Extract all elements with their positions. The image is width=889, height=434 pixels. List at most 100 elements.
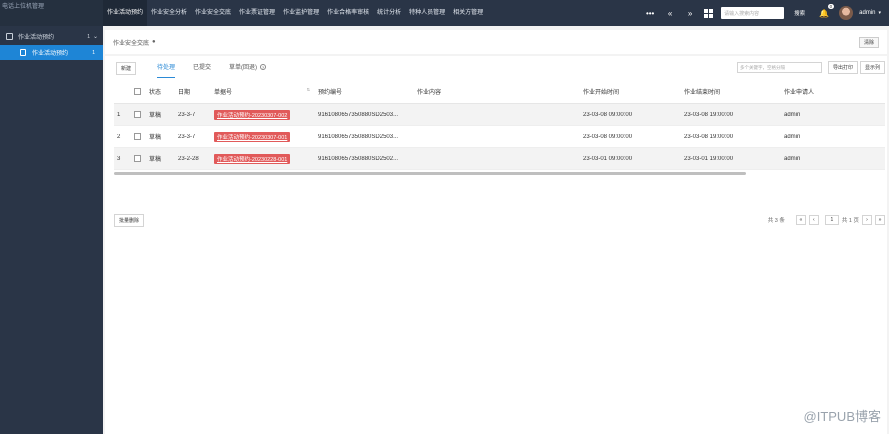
apps-grid-icon[interactable] bbox=[704, 8, 714, 18]
tab-draft-label: 草单(回退) bbox=[229, 65, 258, 71]
new-button[interactable]: 新建 bbox=[116, 61, 137, 75]
header-booking-code[interactable]: 预约编号 bbox=[318, 87, 417, 96]
row-code: 9161080657350880SD2503... bbox=[318, 111, 399, 118]
page-input[interactable]: 1 bbox=[824, 215, 839, 225]
page-count: 共 1 页 bbox=[841, 218, 859, 224]
sidebar-item-activity-booking[interactable]: 作业活动预约 1 bbox=[0, 45, 103, 60]
document-icon bbox=[6, 33, 13, 40]
row-date: 23-3-7 bbox=[178, 133, 196, 140]
row-checkbox[interactable] bbox=[134, 155, 141, 162]
sidebar-group-label: 作业活动预约 bbox=[18, 35, 55, 41]
row-doc: 作业活动预约-20230307-002 bbox=[214, 109, 318, 120]
sidebar-item-label: 作业活动预约 bbox=[32, 51, 69, 57]
nav-item-safety-analysis[interactable]: 作业安全分析 bbox=[147, 0, 191, 26]
info-icon[interactable]: ● bbox=[152, 39, 156, 45]
row-index: 1 bbox=[117, 111, 121, 118]
nav-item-supervision[interactable]: 作业监护管理 bbox=[279, 0, 323, 26]
toolbar-right: 多个关键字，空格分隔 导出打印 显示列 bbox=[736, 61, 885, 74]
header-select-all[interactable] bbox=[126, 88, 149, 95]
global-search-button[interactable]: 搜索 bbox=[794, 9, 805, 17]
list-search-input[interactable]: 多个关键字，空格分隔 bbox=[736, 62, 822, 73]
nav-prev-icon[interactable]: « bbox=[660, 9, 680, 18]
header-end-time[interactable]: 作业结束时间 bbox=[684, 87, 784, 96]
export-print-button[interactable]: 导出打印 bbox=[827, 61, 858, 74]
page-title: 作业安全交底 bbox=[113, 40, 150, 47]
more-icon[interactable]: ••• bbox=[640, 9, 660, 18]
row-code: 9161080657350880SD2503... bbox=[318, 133, 399, 140]
row-status: 草稿 bbox=[149, 157, 162, 163]
help-icon[interactable]: ? bbox=[260, 64, 267, 71]
breadcrumb: 作业安全交底 ● 清除 bbox=[105, 30, 887, 54]
tab-pending[interactable]: 待处理 bbox=[157, 58, 176, 78]
row-status: 草稿 bbox=[149, 113, 162, 119]
column-settings-button[interactable]: 显示列 bbox=[859, 61, 885, 74]
header-date[interactable]: 日期 bbox=[178, 87, 214, 96]
row-applicant: admin bbox=[784, 133, 801, 140]
row-doc: 作业活动预约-20230228-001 bbox=[214, 153, 318, 164]
last-page-button[interactable]: » bbox=[875, 215, 885, 225]
row-start: 23-03-08 09:00:00 bbox=[583, 133, 633, 140]
nav-item-related-parties[interactable]: 相关方管理 bbox=[449, 0, 487, 26]
user-name[interactable]: admin bbox=[859, 10, 875, 16]
nav-item-safety-briefing[interactable]: 作业安全交底 bbox=[191, 0, 235, 26]
row-select[interactable] bbox=[126, 155, 149, 162]
data-table: 状态 日期 单据号 ⇅ 预约编号 作业内容 作业开始时间 作业结束时间 作业申请人… bbox=[114, 80, 885, 175]
sidebar-item-count: 1 bbox=[92, 49, 95, 56]
row-select[interactable] bbox=[126, 111, 149, 118]
table-row[interactable]: 1 草稿 23-3-7 作业活动预约-20230307-002 91610806… bbox=[114, 104, 885, 126]
first-page-button[interactable]: « bbox=[795, 215, 806, 225]
table-row[interactable]: 3 草稿 23-2-28 作业活动预约-20230228-001 9161080… bbox=[114, 148, 885, 170]
bell-icon[interactable]: 🔔 0 bbox=[819, 3, 835, 18]
table-header-row: 状态 日期 单据号 ⇅ 预约编号 作业内容 作业开始时间 作业结束时间 作业申请人 bbox=[114, 80, 885, 104]
next-page-button[interactable]: › bbox=[862, 215, 872, 225]
chevron-down-icon[interactable]: ▾ bbox=[878, 10, 881, 16]
nav-item-permit-management[interactable]: 作业票证管理 bbox=[235, 0, 279, 26]
sidebar-group-activity[interactable]: 作业活动预约 1 ⌄ bbox=[0, 28, 103, 45]
doc-link[interactable]: 作业活动预约-20230228-001 bbox=[214, 153, 291, 164]
header-status[interactable]: 状态 bbox=[149, 87, 178, 96]
tab-draft-returned[interactable]: 草单(回退)? bbox=[229, 58, 267, 78]
row-checkbox[interactable] bbox=[134, 111, 141, 118]
clear-button[interactable]: 清除 bbox=[858, 36, 879, 48]
horizontal-scrollbar[interactable] bbox=[114, 172, 746, 175]
header-start-time[interactable]: 作业开始时间 bbox=[583, 87, 684, 96]
batch-delete-button[interactable]: 批量删除 bbox=[114, 213, 145, 227]
nav-item-statistics[interactable]: 统计分析 bbox=[373, 0, 405, 26]
row-index: 2 bbox=[117, 133, 121, 140]
nav-item-activity-booking[interactable]: 作业活动预约 bbox=[103, 0, 148, 26]
sort-icon[interactable]: ⇅ bbox=[307, 87, 310, 92]
row-start: 23-03-08 09:00:00 bbox=[583, 111, 633, 118]
list-toolbar: 新建 待处理 已提交 草单(回退)? 多个关键字，空格分隔 导出打印 显示列 bbox=[116, 57, 887, 79]
main-content: 作业安全交底 ● 清除 新建 待处理 已提交 草单(回退)? 多个关键字，空格分… bbox=[103, 26, 889, 434]
prev-page-button[interactable]: ‹ bbox=[808, 215, 819, 225]
row-status: 草稿 bbox=[149, 135, 162, 141]
table-row[interactable]: 2 草稿 23-3-7 作业活动预约-20230307-001 91610806… bbox=[114, 126, 885, 148]
header-doc-no[interactable]: 单据号 ⇅ bbox=[214, 87, 318, 96]
row-start: 23-03-01 09:00:00 bbox=[583, 155, 633, 162]
row-end: 23-03-08 19:00:00 bbox=[684, 133, 734, 140]
row-end: 23-03-01 19:00:00 bbox=[684, 155, 734, 162]
doc-link[interactable]: 作业活动预约-20230307-002 bbox=[214, 109, 291, 120]
nav-next-icon[interactable]: » bbox=[680, 9, 700, 18]
doc-link[interactable]: 作业活动预约-20230307-001 bbox=[214, 131, 291, 142]
global-search-input[interactable]: 请输入搜索内容 bbox=[721, 7, 785, 19]
tab-submitted[interactable]: 已提交 bbox=[193, 58, 211, 78]
file-icon bbox=[20, 49, 26, 56]
nav-item-special-personnel[interactable]: 特种人员管理 bbox=[405, 0, 449, 26]
header-doc-label: 单据号 bbox=[214, 90, 233, 96]
sidebar-group-count: 1 bbox=[87, 33, 90, 40]
row-select[interactable] bbox=[126, 133, 149, 140]
top-nav: 作业活动预约 作业安全分析 作业安全交底 作业票证管理 作业监护管理 作业合格率… bbox=[103, 0, 889, 26]
header-applicant[interactable]: 作业申请人 bbox=[784, 87, 854, 96]
row-code: 9161080657350880SD2502... bbox=[318, 155, 399, 162]
row-index: 3 bbox=[117, 155, 121, 162]
row-checkbox[interactable] bbox=[134, 133, 141, 140]
header-content[interactable]: 作业内容 bbox=[417, 87, 583, 96]
nav-item-pass-rate-audit[interactable]: 作业合格率审核 bbox=[323, 0, 373, 26]
row-applicant: admin bbox=[784, 155, 801, 162]
select-all-checkbox[interactable] bbox=[134, 88, 141, 95]
avatar[interactable] bbox=[839, 6, 854, 20]
list-panel: 新建 待处理 已提交 草单(回退)? 多个关键字，空格分隔 导出打印 显示列 状… bbox=[105, 56, 887, 434]
chevron-down-icon: ⌄ bbox=[92, 34, 98, 40]
row-doc: 作业活动预约-20230307-001 bbox=[214, 131, 318, 142]
